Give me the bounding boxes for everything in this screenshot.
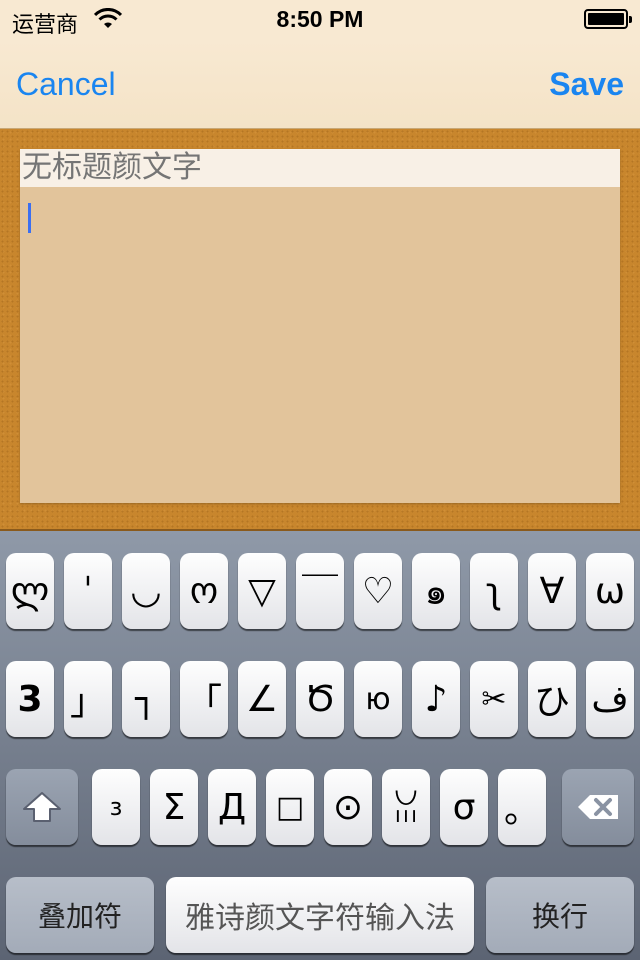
note-paper [20, 149, 620, 503]
key-r1-2[interactable]: ˈ [64, 553, 112, 629]
delete-key[interactable] [562, 769, 634, 845]
key-r3-5[interactable]: ⊙ [324, 769, 372, 845]
key-r2-11[interactable]: ف [586, 661, 634, 737]
navigation-bar: Cancel Save [0, 40, 640, 129]
space-key[interactable]: 雅诗颜文字符输入法 [166, 877, 474, 953]
text-cursor [28, 203, 31, 233]
key-r3-4[interactable]: □ [266, 769, 314, 845]
key-r1-11[interactable]: ω [586, 553, 634, 629]
key-r3-8[interactable]: 。 [498, 769, 546, 845]
backspace-icon [578, 795, 618, 819]
key-r2-7[interactable]: ю [354, 661, 402, 737]
key-r2-4[interactable]: 「 [180, 661, 228, 737]
cancel-button[interactable]: Cancel [16, 66, 116, 103]
key-r2-1[interactable]: 3 [6, 661, 54, 737]
key-r2-5[interactable]: ∠ [238, 661, 286, 737]
key-r3-1[interactable]: з [92, 769, 140, 845]
key-r2-2[interactable]: 」 [64, 661, 112, 737]
key-r2-8[interactable]: ♪ [412, 661, 460, 737]
key-r3-3[interactable]: Д [208, 769, 256, 845]
return-key[interactable]: 换行 [486, 877, 634, 953]
key-r3-2[interactable]: Σ [150, 769, 198, 845]
key-r2-3[interactable]: ┐ [122, 661, 170, 737]
status-bar: 运营商 8:50 PM [0, 0, 640, 40]
key-r1-7[interactable]: ♡ [354, 553, 402, 629]
key-r3-7[interactable]: σ [440, 769, 488, 845]
kaomoji-keyboard: ლ ˈ ◡ ო ▽ ￣ ♡ ๑ ʅ ∀ ω 3 」 ┐ 「 ∠ Ծ ю ♪ ✂ … [0, 531, 640, 960]
title-input[interactable] [20, 149, 620, 187]
key-r3-6[interactable]: ꈍ [382, 769, 430, 845]
overlay-symbols-key[interactable]: 叠加符 [6, 877, 154, 953]
key-r1-1[interactable]: ლ [6, 553, 54, 629]
status-time: 8:50 PM [276, 6, 364, 32]
key-r1-6[interactable]: ￣ [296, 553, 344, 629]
corkboard-background [0, 129, 640, 531]
shift-arrow-icon [23, 792, 61, 822]
key-r1-4[interactable]: ო [180, 553, 228, 629]
kaomoji-text-area[interactable] [20, 187, 620, 503]
shift-key[interactable] [6, 769, 78, 845]
save-button[interactable]: Save [549, 66, 624, 103]
key-r2-9[interactable]: ✂ [470, 661, 518, 737]
key-r1-9[interactable]: ʅ [470, 553, 518, 629]
key-r1-3[interactable]: ◡ [122, 553, 170, 629]
key-r1-10[interactable]: ∀ [528, 553, 576, 629]
key-r2-6[interactable]: Ծ [296, 661, 344, 737]
key-r1-8[interactable]: ๑ [412, 553, 460, 629]
key-r1-5[interactable]: ▽ [238, 553, 286, 629]
battery-icon [584, 9, 632, 29]
key-r2-10[interactable]: ひ [528, 661, 576, 737]
